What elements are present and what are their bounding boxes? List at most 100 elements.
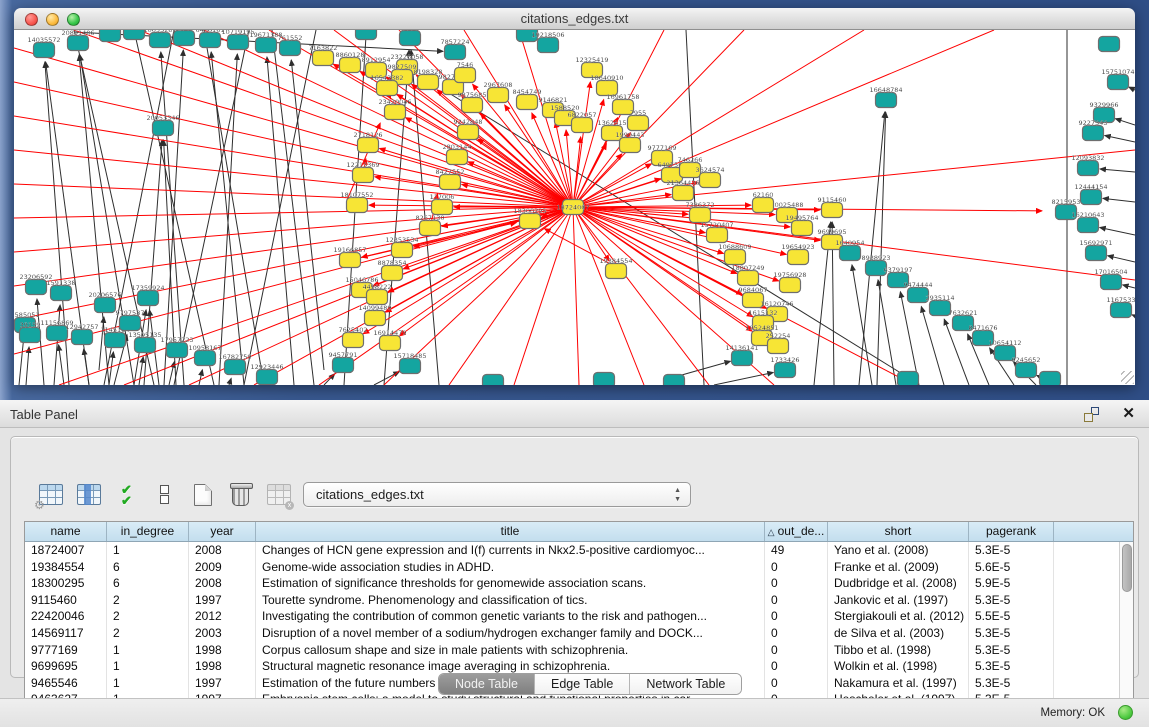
network-node-14136141[interactable]: 14136141 <box>725 344 758 366</box>
network-node-2803144[interactable]: 2803144 <box>443 143 472 165</box>
network-node-20053346[interactable]: 20053346 <box>146 114 179 136</box>
network-node-8878354[interactable]: 8878354 <box>378 259 407 281</box>
network-node-19384554[interactable]: 19384554 <box>599 257 632 279</box>
network-node-8267130[interactable]: 8267130 <box>416 214 445 236</box>
network-node-8454749[interactable]: 8454749 <box>513 88 542 110</box>
network-node-15692971[interactable]: 15692971 <box>1079 239 1112 261</box>
create-table-icon[interactable]: ⚙ <box>37 481 64 508</box>
network-node[interactable] <box>356 30 377 40</box>
network-node-4498222[interactable]: 4498222 <box>363 283 392 305</box>
window-titlebar[interactable]: citations_edges.txt <box>14 8 1135 30</box>
network-node-7386372[interactable]: 7386372 <box>686 201 715 223</box>
resize-grip-icon[interactable] <box>1121 371 1134 384</box>
network-node-19654923[interactable]: 19654923 <box>781 243 814 265</box>
network-canvas[interactable]: 1872400771638228860128891295423226058982… <box>14 30 1135 385</box>
network-node-9227343[interactable]: 9227343 <box>1079 119 1108 141</box>
network-node-15718485[interactable]: 15718485 <box>393 352 426 374</box>
network-node-7163822[interactable]: 7163822 <box>309 44 338 66</box>
network-graph[interactable]: 1872400771638228860128891295423226058982… <box>14 30 1135 385</box>
network-node[interactable] <box>898 372 919 386</box>
network-node-19756928[interactable]: 19756928 <box>773 271 806 293</box>
table-row[interactable]: 1872400712008Changes of HCN gene express… <box>25 542 1133 559</box>
network-node-9797587[interactable]: 9797587 <box>116 309 145 331</box>
network-node-9875685[interactable]: 9875685 <box>458 91 487 113</box>
network-node-117006[interactable]: 117006 <box>430 193 455 215</box>
close-panel-icon[interactable]: ✕ <box>1122 404 1135 422</box>
network-node-14035572[interactable]: 14035572 <box>27 36 60 58</box>
network-node-1990443[interactable]: 1990443 <box>616 131 645 153</box>
network-node[interactable] <box>664 375 685 386</box>
table-row[interactable]: 911546021997Tourette syndrome. Phenomeno… <box>25 592 1133 609</box>
import-table-icon[interactable]: x <box>265 481 292 508</box>
network-node-7625402[interactable]: 7625402 <box>339 326 368 348</box>
network-node[interactable] <box>1099 37 1120 52</box>
network-node-6822057[interactable]: 6822057 <box>568 111 597 133</box>
network-node-1527602[interactable]: 1527602 <box>170 30 199 46</box>
network-node-18107552[interactable]: 18107552 <box>340 191 373 213</box>
memory-status-indicator[interactable] <box>1118 705 1133 720</box>
network-node-12213369[interactable]: 12213369 <box>346 161 379 183</box>
network-node-1640954[interactable]: 1640954 <box>836 239 865 261</box>
network-node-16210643[interactable]: 16210643 <box>1071 211 1104 233</box>
network-node-14099489[interactable]: 14099489 <box>358 304 391 326</box>
network-node-1733426[interactable]: 1733426 <box>771 356 800 378</box>
network-node-39159[interactable]: 39159 <box>20 321 41 343</box>
tab-network-table[interactable]: Network Table <box>630 674 741 694</box>
network-node-19218506[interactable]: 19218506 <box>531 31 564 53</box>
network-node-15751074[interactable]: 15751074 <box>1101 68 1134 90</box>
table-row[interactable]: 1938455462009Genome-wide association stu… <box>25 559 1133 576</box>
network-node-8860128[interactable]: 8860128 <box>336 51 365 73</box>
network-node-1591338[interactable]: 1591338 <box>47 279 76 301</box>
network-node-10653287[interactable]: 10653287 <box>143 30 176 48</box>
network-node-6466161[interactable]: 6466161 <box>196 30 225 48</box>
network-node-12942757[interactable]: 12942757 <box>65 323 98 345</box>
network-node-2718126[interactable]: 2718126 <box>354 131 383 153</box>
column-header-out_de[interactable]: △out_de... <box>765 522 828 541</box>
network-node[interactable] <box>483 375 504 386</box>
network-node[interactable] <box>594 373 615 386</box>
network-node-8427552[interactable]: 8427552 <box>436 168 465 190</box>
column-header-year[interactable]: year <box>189 522 256 541</box>
network-node-7857224[interactable]: 7857224 <box>441 38 470 60</box>
select-rows-icon[interactable]: ✔✔ <box>113 481 140 508</box>
network-node-12093832[interactable]: 12093832 <box>1071 154 1104 176</box>
column-header-pagerank[interactable]: pagerank <box>969 522 1054 541</box>
network-node-19495764[interactable]: 19495764 <box>785 214 818 236</box>
table-row[interactable]: 1456911722003Disruption of a novel membe… <box>25 625 1133 642</box>
network-node-16648784[interactable]: 16648784 <box>869 86 902 108</box>
column-header-name[interactable]: name <box>25 522 107 541</box>
network-node[interactable] <box>100 30 121 42</box>
tab-edge-table[interactable]: Edge Table <box>535 674 630 694</box>
network-node-9242848[interactable]: 9242848 <box>454 118 483 140</box>
network-node-20891406[interactable]: 20891406 <box>61 30 94 51</box>
network-node-7955[interactable]: 7955 <box>628 109 649 131</box>
network-node-15720407[interactable]: 15720407 <box>700 221 733 243</box>
delete-table-icon[interactable] <box>227 481 254 508</box>
table-row[interactable]: 2242004622012Investigating the contribut… <box>25 608 1133 625</box>
network-node-16033809[interactable]: 16033809 <box>393 30 426 46</box>
column-header-title[interactable]: title <box>256 522 765 541</box>
network-node-252254[interactable]: 252254 <box>766 332 791 354</box>
network-node-1167533[interactable]: 1167533 <box>1107 296 1135 318</box>
network-node-62160[interactable]: 62160 <box>753 191 774 213</box>
network-node-18807249[interactable]: 18807249 <box>731 264 764 286</box>
table-scrollbar[interactable] <box>1119 542 1133 706</box>
column-header-in_degree[interactable]: in_degree <box>107 522 189 541</box>
network-node-7546[interactable]: 7546 <box>455 61 476 83</box>
network-node-10958167[interactable]: 10958167 <box>188 344 221 366</box>
table-selector-dropdown[interactable]: citations_edges.txt ▲▼ <box>303 482 691 507</box>
network-node-3624574[interactable]: 3624574 <box>696 166 725 188</box>
network-node-2935114[interactable]: 2935114 <box>926 294 955 316</box>
new-file-icon[interactable] <box>189 481 216 508</box>
float-panel-icon[interactable] <box>1084 407 1099 422</box>
column-header-short[interactable]: short <box>828 522 969 541</box>
network-node-12923446[interactable]: 12923446 <box>250 363 283 385</box>
scrollbar-thumb[interactable] <box>1122 544 1132 592</box>
network-node-761552[interactable]: 761552 <box>278 34 303 56</box>
network-node-13505135[interactable]: 13505135 <box>128 331 161 353</box>
table-row[interactable]: 1830029562008Estimation of significance … <box>25 575 1133 592</box>
tab-node-table[interactable]: Node Table <box>439 674 535 694</box>
table-row[interactable]: 977716911998Corpus callosum shape and si… <box>25 642 1133 659</box>
network-node-9457791[interactable]: 9457791 <box>329 351 358 373</box>
row-options-icon[interactable] <box>151 481 178 508</box>
